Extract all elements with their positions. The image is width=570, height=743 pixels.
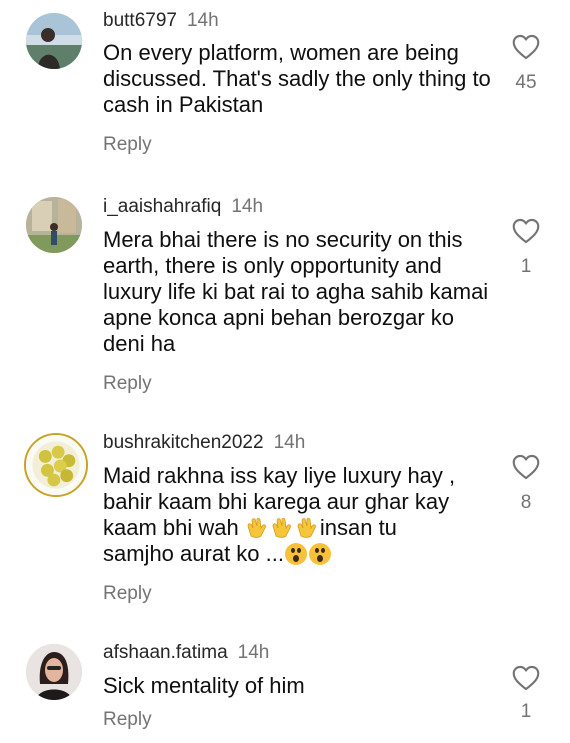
astonished-face-emoji xyxy=(284,543,307,565)
reply-button[interactable]: Reply xyxy=(103,583,493,605)
comment-text-line: Maid rakhna iss kay liye luxury hay , xyxy=(103,463,456,488)
comment-text: Sick mentality of him xyxy=(103,673,305,698)
reply-button[interactable]: Reply xyxy=(103,373,493,395)
reply-button[interactable]: Reply xyxy=(103,709,493,731)
comment-text-line: kaam bhi wah insan tu xyxy=(103,515,493,541)
clapping-hands-emoji xyxy=(270,516,294,540)
comment-text-segment: samjho aurat ko ... xyxy=(103,541,284,566)
like-control: 1 xyxy=(510,218,542,278)
timestamp: 14h xyxy=(186,10,219,31)
like-control: 8 xyxy=(510,454,542,514)
astonished-face-emoji xyxy=(308,543,331,565)
comment-meta: i_aaishahrafiq 14h xyxy=(103,196,493,218)
heart-outline-icon[interactable] xyxy=(512,454,540,480)
like-count: 8 xyxy=(520,492,532,513)
comment-body: bushrakitchen2022 14h Maid rakhna iss kay… xyxy=(103,432,493,605)
comment-text-segment: kaam bhi wah xyxy=(103,515,245,540)
clapping-hands-emoji xyxy=(295,516,319,540)
comments-list: butt6797 14h On every platform, women are… xyxy=(0,0,570,743)
comment-body: butt6797 14h On every platform, women are… xyxy=(103,10,493,156)
like-count: 1 xyxy=(520,256,532,277)
avatar[interactable] xyxy=(24,433,88,497)
heart-outline-icon[interactable] xyxy=(512,218,540,244)
comment-body: i_aaishahrafiq 14h Mera bhai there is no … xyxy=(103,196,493,395)
comment-text: Maid rakhna iss kay liye luxury hay , ba… xyxy=(103,463,493,567)
avatar-image xyxy=(26,644,82,700)
comment-text-line: samjho aurat ko ... xyxy=(103,541,493,567)
like-control: 45 xyxy=(510,34,542,94)
avatar[interactable] xyxy=(26,13,82,69)
timestamp: 14h xyxy=(273,432,306,453)
comment-meta: bushrakitchen2022 14h xyxy=(103,432,493,454)
username[interactable]: butt6797 xyxy=(103,10,177,31)
avatar[interactable] xyxy=(26,644,82,700)
comment-meta: butt6797 14h xyxy=(103,10,493,32)
like-count: 1 xyxy=(520,701,532,722)
clapping-hands-emoji xyxy=(245,516,269,540)
avatar-image xyxy=(26,197,82,253)
username[interactable]: afshaan.fatima xyxy=(103,642,228,663)
avatar[interactable] xyxy=(26,197,82,253)
heart-outline-icon[interactable] xyxy=(512,34,540,60)
avatar-image xyxy=(26,435,86,495)
heart-outline-icon[interactable] xyxy=(512,665,540,691)
comment-text: On every platform, women are being discu… xyxy=(103,40,491,117)
username[interactable]: i_aaishahrafiq xyxy=(103,196,221,217)
reply-button[interactable]: Reply xyxy=(103,134,493,156)
comment-text-segment: insan tu xyxy=(319,515,397,540)
comment-text-line: bahir kaam bhi karega aur ghar kay xyxy=(103,489,450,514)
like-control: 1 xyxy=(510,665,542,723)
comment-body: afshaan.fatima 14h Sick mentality of him … xyxy=(103,642,493,731)
comment-meta: afshaan.fatima 14h xyxy=(103,642,493,664)
comment-text: Mera bhai there is no security on this e… xyxy=(103,227,489,356)
timestamp: 14h xyxy=(237,642,270,663)
username[interactable]: bushrakitchen2022 xyxy=(103,432,264,453)
timestamp: 14h xyxy=(231,196,264,217)
like-count: 45 xyxy=(515,72,537,93)
avatar-image xyxy=(26,13,82,69)
